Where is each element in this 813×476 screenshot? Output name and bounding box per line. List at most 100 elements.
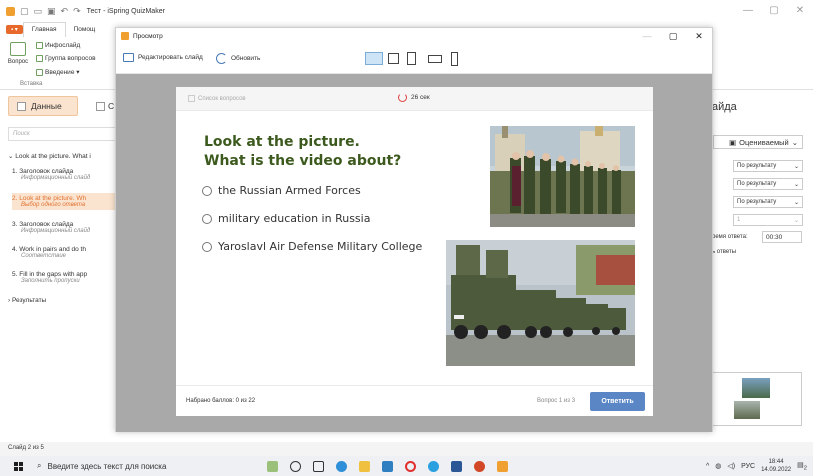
radio-icon <box>202 185 212 196</box>
question-group-button[interactable]: Группа вопросов <box>36 55 96 62</box>
phone-landscape-icon[interactable] <box>428 55 442 63</box>
edit-slide-button[interactable]: Редактировать слайд <box>123 53 203 62</box>
cadets-photo <box>490 126 635 227</box>
system-tray: ^ ◍ ◁) РУС 18:44 14.09.2022 ▤2 <box>706 456 813 476</box>
maximize-button[interactable]: ▢ <box>761 0 787 22</box>
notification-icon[interactable]: ▤2 <box>797 461 807 471</box>
search-icon: ⌕ <box>37 461 42 470</box>
redo-icon[interactable]: ↷ <box>73 6 81 17</box>
answer-option[interactable]: military education in Russia <box>202 212 370 225</box>
list-icon <box>188 95 195 102</box>
edge-icon[interactable] <box>336 460 347 472</box>
thumbnail-image <box>742 378 770 398</box>
grading-dropdown[interactable]: ▣ Оцениваемый ⌄ <box>713 135 803 149</box>
skype-icon[interactable] <box>428 460 439 472</box>
attempts-dropdown[interactable]: 1 ⌄ <box>733 214 803 226</box>
minimize-button[interactable]: — <box>735 0 761 22</box>
submit-answer-button[interactable]: Ответить <box>590 392 645 411</box>
feedback-dropdown[interactable]: По результату ⌄ <box>733 160 803 172</box>
taskbar: ⌕ Введите здесь текст для поиска <box>0 456 813 476</box>
question-list-button[interactable]: Список вопросов <box>188 95 246 102</box>
score-dropdown[interactable]: По результату ⌄ <box>733 178 803 190</box>
taskbar-search[interactable]: ⌕ Введите здесь текст для поиска <box>37 461 217 471</box>
taskbar-apps <box>267 460 508 472</box>
chevron-down-icon: ⌄ <box>793 163 799 170</box>
clock[interactable]: 18:44 14.09.2022 <box>761 458 791 474</box>
opera-icon[interactable] <box>405 460 416 472</box>
tab-home[interactable]: Главная <box>22 22 66 37</box>
windows-start-icon[interactable] <box>14 461 23 471</box>
volume-icon[interactable]: ◁) <box>727 462 735 470</box>
time-limit-input[interactable]: 00:30 <box>762 231 802 243</box>
tree-root[interactable]: ⌄ Look at the picture. What i <box>8 152 91 160</box>
answer-option[interactable]: Yaroslavl Air Defense Military College <box>202 240 422 253</box>
question-counter: Вопрос 1 из 3 <box>537 398 576 404</box>
list-item[interactable]: 5. Fill in the gaps with app Заполнить пр… <box>12 269 120 286</box>
question-text: Look at the picture. What is the video a… <box>204 134 402 169</box>
save-icon[interactable]: ▣ <box>47 6 56 17</box>
task-view-icon[interactable] <box>313 460 324 472</box>
radio-icon <box>202 213 212 224</box>
list-item-selected[interactable]: 2. Look at the picture. Wh Выбор одного о… <box>12 193 120 210</box>
tablet-portrait-icon[interactable] <box>407 52 416 65</box>
info-slide-icon <box>36 42 43 49</box>
window-title: Тест - iSpring QuizMaker <box>86 7 165 15</box>
title-bar: ▢ ▭ ▣ ↶ ↷ Тест - iSpring QuizMaker <box>0 0 813 22</box>
quiz-player: Список вопросов 26 сек Look at the pictu… <box>176 87 653 416</box>
chevron-down-icon: ⌄ <box>793 217 799 224</box>
time-limit-label: ремя ответа: <box>712 234 748 240</box>
shuffle-answers-label: ь ответы <box>712 249 737 255</box>
desktop-view-icon[interactable] <box>365 52 383 65</box>
tab-data[interactable]: Данные <box>8 96 78 116</box>
file-explorer-icon[interactable] <box>359 460 370 472</box>
preview-toolbar: Редактировать слайд Обновить <box>116 44 712 74</box>
open-folder-icon[interactable]: ▭ <box>34 6 43 17</box>
thumbnail-image <box>734 401 760 419</box>
grading-icon: ▣ <box>729 137 737 147</box>
ribbon-group-insert: Вопрос Инфослайд Группа вопросов Введени… <box>6 40 116 88</box>
store-icon[interactable] <box>382 460 393 472</box>
refresh-button[interactable]: Обновить <box>216 53 260 64</box>
list-item[interactable]: 4. Work in pairs and do th Соответствие <box>12 244 120 261</box>
intro-button[interactable]: Введение ▾ <box>36 68 80 76</box>
file-tab[interactable]: ▪ ▾ <box>6 25 23 34</box>
answer-option[interactable]: the Russian Armed Forces <box>202 184 361 197</box>
network-icon[interactable]: ◍ <box>715 462 721 470</box>
list-item[interactable]: 1. Заголовок слайда Информационный слайд <box>12 166 120 183</box>
tablet-landscape-icon[interactable] <box>388 53 399 64</box>
results-node[interactable]: › Результаты <box>8 297 46 304</box>
preview-close-button[interactable]: ✕ <box>686 28 712 44</box>
phone-portrait-icon[interactable] <box>451 52 458 66</box>
new-file-icon[interactable]: ▢ <box>20 6 29 17</box>
preview-maximize-button[interactable]: ▢ <box>660 28 686 44</box>
language-indicator[interactable]: РУС <box>741 463 755 470</box>
tray-chevron-icon[interactable]: ^ <box>706 463 709 470</box>
other-tab-icon <box>96 101 105 111</box>
weather-icon[interactable] <box>267 460 278 472</box>
branching-dropdown[interactable]: По результату ⌄ <box>733 196 803 208</box>
chevron-down-icon: ⌄ <box>791 137 798 147</box>
list-item[interactable]: 3. Заголовок слайда Информационный слайд <box>12 219 120 236</box>
player-footer: Набрано баллов: 0 из 22 Вопрос 1 из 3 От… <box>176 385 653 416</box>
chevron-down-icon: ⌄ <box>793 181 799 188</box>
radio-icon <box>202 241 212 252</box>
timer: 26 сек <box>398 93 430 102</box>
window-controls: — ▢ ✕ <box>735 0 813 22</box>
preview-minimize-button[interactable]: — <box>634 28 660 44</box>
search-input[interactable]: Поиск <box>8 127 120 141</box>
preview-title-bar: Просмотр <box>116 28 712 44</box>
powerpoint-icon[interactable] <box>474 460 485 472</box>
slide-properties-title: айда <box>712 101 737 113</box>
word-icon[interactable] <box>451 460 462 472</box>
close-button[interactable]: ✕ <box>787 0 813 22</box>
info-slide-button[interactable]: Инфослайд <box>36 42 80 49</box>
status-bar: Слайд 2 из 5 <box>0 442 813 456</box>
refresh-icon <box>216 53 227 64</box>
tab-help[interactable]: Помощ <box>66 26 104 33</box>
timer-icon <box>398 93 407 102</box>
cortana-icon[interactable] <box>290 460 301 472</box>
question-button[interactable]: Вопрос <box>6 42 30 65</box>
ispring-icon[interactable] <box>497 460 508 472</box>
data-tab-icon <box>17 101 26 111</box>
undo-icon[interactable]: ↶ <box>61 6 69 17</box>
